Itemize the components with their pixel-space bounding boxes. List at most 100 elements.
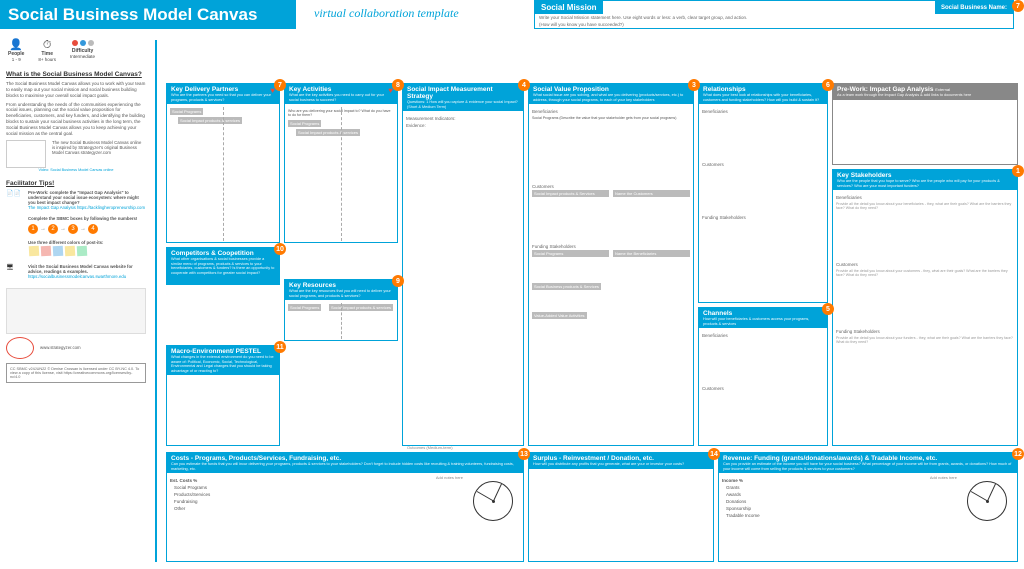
social-mission-box[interactable]: Social Mission Social Business Name: Wri… [534, 0, 1014, 29]
page-title: Social Business Model Canvas [8, 5, 257, 25]
step-sequence: 1→2→3→4 [28, 224, 137, 234]
macro-title: Macro-Environment/ PESTEL [171, 348, 275, 355]
step-badge-9: 9 [392, 275, 404, 287]
vertical-divider [155, 40, 157, 562]
surplus-sub: How will you distribute any profits that… [533, 462, 709, 467]
costs-i2: Products/Services [170, 492, 520, 497]
pie-chart-icon [473, 481, 513, 521]
card-key-resources[interactable]: Key ResourcesWhat are the key resources … [284, 279, 398, 341]
sidebar: 👤People1 - 9 ⏱Time8+ hours DifficultyInt… [6, 40, 146, 391]
pre-title: Pre-Work: Impact Gap Analysis [837, 86, 933, 93]
tip4-icon: 🖥 [6, 264, 24, 282]
step-badge-2: 7 [1012, 0, 1024, 12]
mission-help-1: Write your Social Mission statement here… [535, 14, 1013, 21]
card-impact-measurement[interactable]: Social Impact Measurement StrategyQuesti… [402, 83, 524, 446]
meta-people: 👤People1 - 9 [8, 40, 24, 63]
comp-sub: What other organisations & social busine… [171, 257, 275, 275]
what-p1: The Social Business Model Canvas allows … [6, 81, 146, 99]
svp-csub: Social Impact products & Services [532, 190, 609, 197]
rev-ph: Add notes here [930, 475, 957, 480]
costs-ph: Add notes here [436, 475, 463, 480]
step-badge-12: 12 [1012, 448, 1024, 460]
card-key-stakeholders[interactable]: Key StakeholdersWho are the people that … [832, 169, 1018, 446]
tip1-link[interactable]: The Impact Gap Analysis https://tackling… [28, 205, 145, 210]
step-badge-1: 1 [1012, 165, 1024, 177]
ks-c: Customers [836, 262, 1014, 267]
costs-title: Costs - Programs, Products/Services, Fun… [171, 455, 519, 462]
ks-sub: Who are the people that you hope to serv… [837, 179, 1013, 188]
what-heading: What is the Social Business Model Canvas… [6, 71, 146, 78]
step-badge-8: 8 [392, 79, 404, 91]
rel-sub: What does your best look at relationship… [703, 93, 823, 102]
kr-sub: What are the key resources that you will… [289, 289, 393, 298]
svp-ftag: Name the Beneficiaries [613, 250, 690, 257]
title-bar: Social Business Model Canvas [0, 0, 296, 29]
meta-time: ⏱Time8+ hours [38, 40, 56, 63]
card-social-value-proposition[interactable]: Social Value PropositionWhat social issu… [528, 83, 694, 446]
costs-i3: Fundraising [170, 499, 520, 504]
ch-title: Channels [703, 310, 823, 317]
tip3-icon [6, 240, 24, 258]
step-badge-14: 14 [708, 448, 720, 460]
tip1-text: Pre-Work: complete the "Impact Gap Analy… [28, 190, 139, 205]
kr-col2: Social Impact products & services [329, 304, 393, 311]
attribution: CC SBMC v24JUN22 © Denise Crossan is lic… [6, 363, 146, 383]
card-costs[interactable]: Costs - Programs, Products/Services, Fun… [166, 452, 524, 562]
kr-col1: Social Programs [288, 304, 321, 311]
ka-sub: What are the key activities you need to … [289, 93, 393, 102]
sims-foot: Outcomes (Medium-term) [407, 445, 453, 450]
example-image [6, 288, 146, 334]
kdp-sub: Who are the partners you need so that yo… [171, 93, 275, 102]
kdp-col1: Social Programs [170, 108, 203, 115]
costs-i4: Other [170, 506, 520, 511]
ks-fs: Provide all the detail you know about yo… [836, 336, 1014, 344]
svp-bsub: Social Programs (Describe the value that… [532, 116, 690, 120]
sims-sub: Questions: 1 How will you capture & evid… [407, 100, 519, 109]
card-key-delivery-partners[interactable]: Key Delivery PartnersWho are the partner… [166, 83, 280, 243]
card-macro-pestel[interactable]: Macro-Environment/ PESTELWhat changes in… [166, 345, 280, 446]
swarthmore-logo [6, 337, 34, 359]
svp-extra2: Value-Added Value Activities [532, 312, 587, 319]
svp-title: Social Value Proposition [533, 86, 689, 93]
surplus-title: Surplus - Reinvestment / Donation, etc. [533, 455, 709, 462]
sticky-notes [28, 245, 103, 258]
card-key-activities[interactable]: Key ActivitiesWhat are the key activitie… [284, 83, 398, 243]
tip4-text: Visit the Social Business Model Canvas w… [28, 264, 133, 274]
social-mission-label: Social Mission [535, 1, 603, 14]
step-badge-10: 10 [274, 243, 286, 255]
step-badge-5: 5 [822, 303, 834, 315]
pre-tag: External [935, 87, 950, 92]
svp-sub: What social issue are you solving, and w… [533, 93, 689, 102]
card-prework[interactable]: Pre-Work: Impact Gap Analysis ExternalAs… [832, 83, 1018, 165]
tip2-icon [6, 216, 24, 234]
ks-cs: Provide all the detail you know about yo… [836, 269, 1014, 277]
sims-lab2: Evidence: [406, 123, 520, 128]
business-name-label: Social Business Name: [935, 1, 1013, 14]
svp-fsub: Social Programs [532, 250, 609, 257]
card-surplus[interactable]: Surplus - Reinvestment / Donation, etc.H… [528, 452, 714, 562]
step-badge-13: 13 [518, 448, 530, 460]
tips-heading: Facilitator Tips! [6, 180, 146, 187]
ka-col2: Social Impact products & services [296, 129, 360, 136]
tip2-text: Complete the SBMC boxes by following the… [28, 216, 137, 221]
pre-sub: As a team work through the Impact Gap An… [837, 93, 1013, 98]
tip4-link[interactable]: https://socialbusinessmodelcanvas.swarth… [28, 274, 126, 279]
costs-h: Est. Costs % [170, 478, 520, 483]
card-channels[interactable]: ChannelsHow will your beneficiaries & cu… [698, 307, 828, 446]
meta-difficulty: DifficultyIntermediate [70, 40, 95, 63]
ks-bs: Provide all the detail you know about yo… [836, 202, 1014, 210]
ch-c: Customers [702, 386, 824, 391]
what-p2: From understanding the needs of the comm… [6, 102, 146, 137]
video-thumb[interactable] [6, 140, 46, 168]
tip3-text: Use three different colors of post-its: [28, 240, 103, 245]
ch-sub: How will your beneficiaries & customers … [703, 317, 823, 326]
macro-sub: What changes in the external environment… [171, 355, 275, 373]
card-competitors[interactable]: Competitors & CoopetitionWhat other orga… [166, 247, 280, 285]
credit: www.strategyzer.com [40, 345, 130, 350]
card-revenue[interactable]: Revenue: Funding (grants/donations/award… [718, 452, 1018, 562]
step-badge-4: 4 [518, 79, 530, 91]
ks-f: Funding Stakeholders [836, 329, 1014, 334]
ks-b: Beneficiaries [836, 195, 1014, 200]
card-relationships[interactable]: RelationshipsWhat does your best look at… [698, 83, 828, 303]
rel-title: Relationships [703, 86, 823, 93]
